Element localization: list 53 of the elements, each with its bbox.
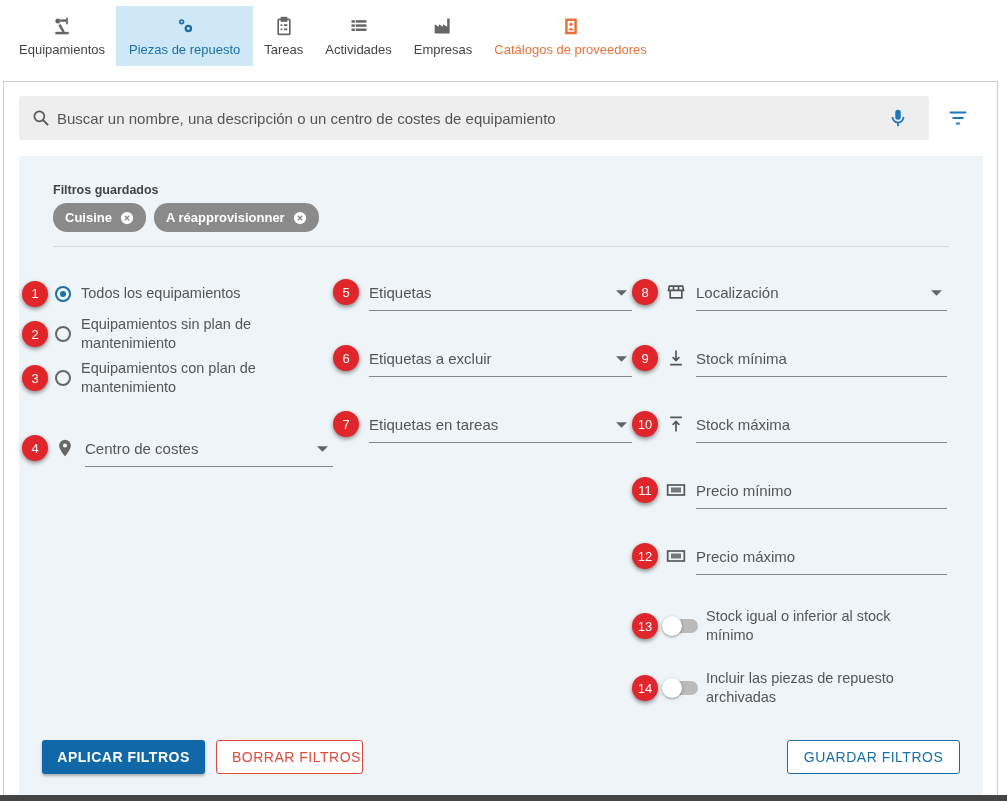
- toggle-label: Stock igual o inferior al stock mínimo: [706, 607, 892, 645]
- number-marker: 8: [632, 279, 658, 305]
- number-marker: 5: [333, 279, 359, 305]
- remove-icon[interactable]: [292, 210, 307, 225]
- nav-tab[interactable]: Tareas: [253, 6, 315, 66]
- number-marker: 14: [632, 675, 658, 701]
- storefront-icon: [666, 282, 686, 302]
- select-field[interactable]: Etiquetas en tareas: [369, 407, 632, 443]
- select-field[interactable]: Centro de costes: [85, 431, 333, 467]
- radio-button[interactable]: [55, 285, 71, 302]
- input-field[interactable]: Precio mínimo: [696, 473, 947, 509]
- nav-tab[interactable]: Empresas: [402, 6, 484, 66]
- nav-tab[interactable]: Piezas de repuesto: [116, 6, 254, 66]
- nav-tab[interactable]: Actividades: [314, 6, 403, 66]
- save-filters-button[interactable]: GUARDAR FILTROS: [787, 740, 960, 774]
- select-field[interactable]: Etiquetas a excluir: [369, 341, 632, 377]
- number-marker: 1: [22, 280, 48, 307]
- select-field[interactable]: Localización: [696, 275, 947, 311]
- number-marker: 11: [632, 477, 658, 503]
- apply-filters-button[interactable]: APLICAR FILTROS: [42, 740, 205, 774]
- saved-filters-title: Filtros guardados: [53, 183, 160, 197]
- radio-label: Todos los equipamientos: [81, 284, 242, 303]
- toggle-switch[interactable]: [664, 619, 698, 633]
- search-icon: [31, 108, 51, 128]
- select-field[interactable]: Etiquetas: [369, 275, 632, 311]
- caret-icon: [616, 289, 627, 296]
- radio-label: Equipamientos con plan de mantenimiento: [81, 359, 257, 397]
- number-marker: 6: [333, 345, 359, 371]
- clear-filters-button[interactable]: BORRAR FILTROS: [216, 740, 363, 774]
- number-marker: 4: [22, 435, 48, 461]
- robot-arm-icon: [52, 15, 72, 36]
- number-marker: 9: [632, 345, 658, 371]
- number-marker: 7: [333, 411, 359, 437]
- caret-icon: [317, 445, 328, 452]
- number-marker: 13: [632, 613, 658, 639]
- radio-button[interactable]: [55, 370, 71, 386]
- number-marker: 2: [22, 321, 48, 347]
- input-field[interactable]: Stock máxima: [696, 407, 947, 443]
- caret-icon: [931, 289, 942, 296]
- toggle-switch[interactable]: [664, 681, 698, 695]
- radio-button[interactable]: [55, 326, 71, 342]
- toggle-label: Incluir las piezas de repuesto archivadas: [706, 669, 895, 707]
- number-marker: 10: [632, 411, 658, 437]
- caret-icon: [616, 421, 627, 428]
- number-marker: 12: [632, 543, 658, 569]
- radio-label: Equipamientos sin plan de mantenimiento: [81, 315, 253, 353]
- nav-tab[interactable]: Equipamientos: [8, 6, 116, 66]
- remove-icon[interactable]: [119, 210, 134, 225]
- caret-icon: [616, 355, 627, 362]
- input-field[interactable]: Precio máximo: [696, 539, 947, 575]
- number-marker: 3: [22, 365, 48, 391]
- search-field[interactable]: Buscar un nombre, una descripción o un centro de costes de equipamiento: [19, 96, 929, 140]
- input-field[interactable]: Stock mínima: [696, 341, 947, 377]
